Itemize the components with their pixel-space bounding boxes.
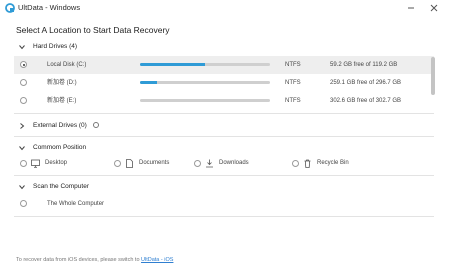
title-bar: UltData - Windows — [0, 0, 450, 17]
app-window: UltData - Windows Select A Location to S… — [0, 0, 450, 270]
divider — [14, 136, 434, 137]
drive-name: 新加卷 (E:) — [47, 98, 77, 104]
location-label: Desktop — [45, 160, 68, 166]
minimize-button[interactable] — [405, 2, 417, 14]
app-logo-icon — [5, 3, 15, 13]
drive-name: Local Disk (C:) — [47, 62, 87, 68]
drive-usage-bar — [140, 81, 270, 84]
close-button[interactable] — [428, 2, 440, 14]
drive-d-radio[interactable] — [20, 79, 27, 86]
footer-text: To recover data from iOS devices, please… — [16, 257, 142, 263]
minimize-icon — [408, 7, 414, 9]
divider — [14, 175, 434, 176]
location-downloads[interactable]: Downloads — [194, 158, 249, 168]
chevron-down-icon — [19, 45, 25, 50]
section-common-position-header[interactable]: Commom Position — [0, 139, 436, 156]
divider — [14, 113, 434, 114]
footer-note: To recover data from iOS devices, please… — [16, 256, 173, 264]
drive-space: 59.2 GB free of 119.2 GB — [330, 62, 398, 68]
desktop-radio[interactable] — [20, 159, 27, 167]
drive-usage-fill — [140, 81, 157, 84]
drive-space: 302.6 GB free of 302.7 GB — [330, 98, 402, 104]
document-icon — [125, 158, 134, 168]
drive-usage-bar — [140, 63, 270, 66]
section-external-drives-header[interactable]: External Drives (0) — [0, 117, 436, 134]
drive-usage-fill — [140, 63, 205, 66]
drive-row-e[interactable]: 新加卷 (E:) NTFS 302.6 GB free of 302.7 GB — [14, 92, 434, 110]
location-documents[interactable]: Documents — [114, 158, 169, 168]
whole-computer-label: The Whole Computer — [47, 201, 105, 207]
downloads-radio[interactable] — [194, 159, 201, 167]
drive-row-d[interactable]: 新加卷 (D:) NTFS 259.1 GB free of 296.7 GB — [14, 74, 434, 92]
location-label: Recycle Bin — [317, 160, 349, 166]
drive-c-radio[interactable] — [20, 61, 27, 68]
drive-e-radio[interactable] — [20, 97, 27, 104]
drive-filesystem: NTFS — [285, 62, 301, 68]
drive-name: 新加卷 (D:) — [47, 80, 77, 86]
location-desktop[interactable]: Desktop — [20, 158, 67, 168]
section-hard-drives-header[interactable]: Hard Drives (4) — [0, 38, 436, 55]
recycle-bin-icon — [303, 159, 312, 168]
location-label: Downloads — [219, 160, 249, 166]
drive-filesystem: NTFS — [285, 80, 301, 86]
drive-usage-bar — [140, 99, 270, 102]
whole-computer-radio[interactable] — [20, 200, 27, 207]
switch-to-ios-link[interactable]: UltData - iOS — [141, 257, 173, 263]
chevron-right-icon — [20, 123, 25, 129]
window-title: UltData - Windows — [18, 3, 81, 12]
drive-filesystem: NTFS — [285, 98, 301, 104]
page-title: Select A Location to Start Data Recovery — [16, 25, 170, 35]
download-icon — [205, 159, 214, 168]
drive-list-scrollbar[interactable] — [431, 57, 435, 95]
drive-row-c[interactable]: Local Disk (C:) NTFS 59.2 GB free of 119… — [14, 56, 434, 74]
section-scan-computer-label: Scan the Computer — [33, 183, 90, 190]
documents-radio[interactable] — [114, 159, 121, 167]
close-icon — [430, 4, 438, 12]
divider — [14, 216, 434, 217]
section-external-drives-label: External Drives (0) — [33, 122, 87, 129]
desktop-icon — [31, 159, 40, 168]
chevron-down-icon — [19, 185, 25, 190]
recycle-bin-radio[interactable] — [292, 159, 299, 167]
drive-space: 259.1 GB free of 296.7 GB — [330, 80, 402, 86]
chevron-down-icon — [19, 146, 25, 151]
refresh-icon[interactable] — [93, 122, 99, 128]
section-common-position-label: Commom Position — [33, 144, 87, 151]
location-label: Documents — [139, 160, 170, 166]
whole-computer-row[interactable]: The Whole Computer — [14, 195, 434, 213]
location-recycle-bin[interactable]: Recycle Bin — [292, 158, 349, 168]
section-scan-computer-header[interactable]: Scan the Computer — [0, 178, 436, 195]
section-hard-drives-label: Hard Drives (4) — [33, 43, 78, 50]
